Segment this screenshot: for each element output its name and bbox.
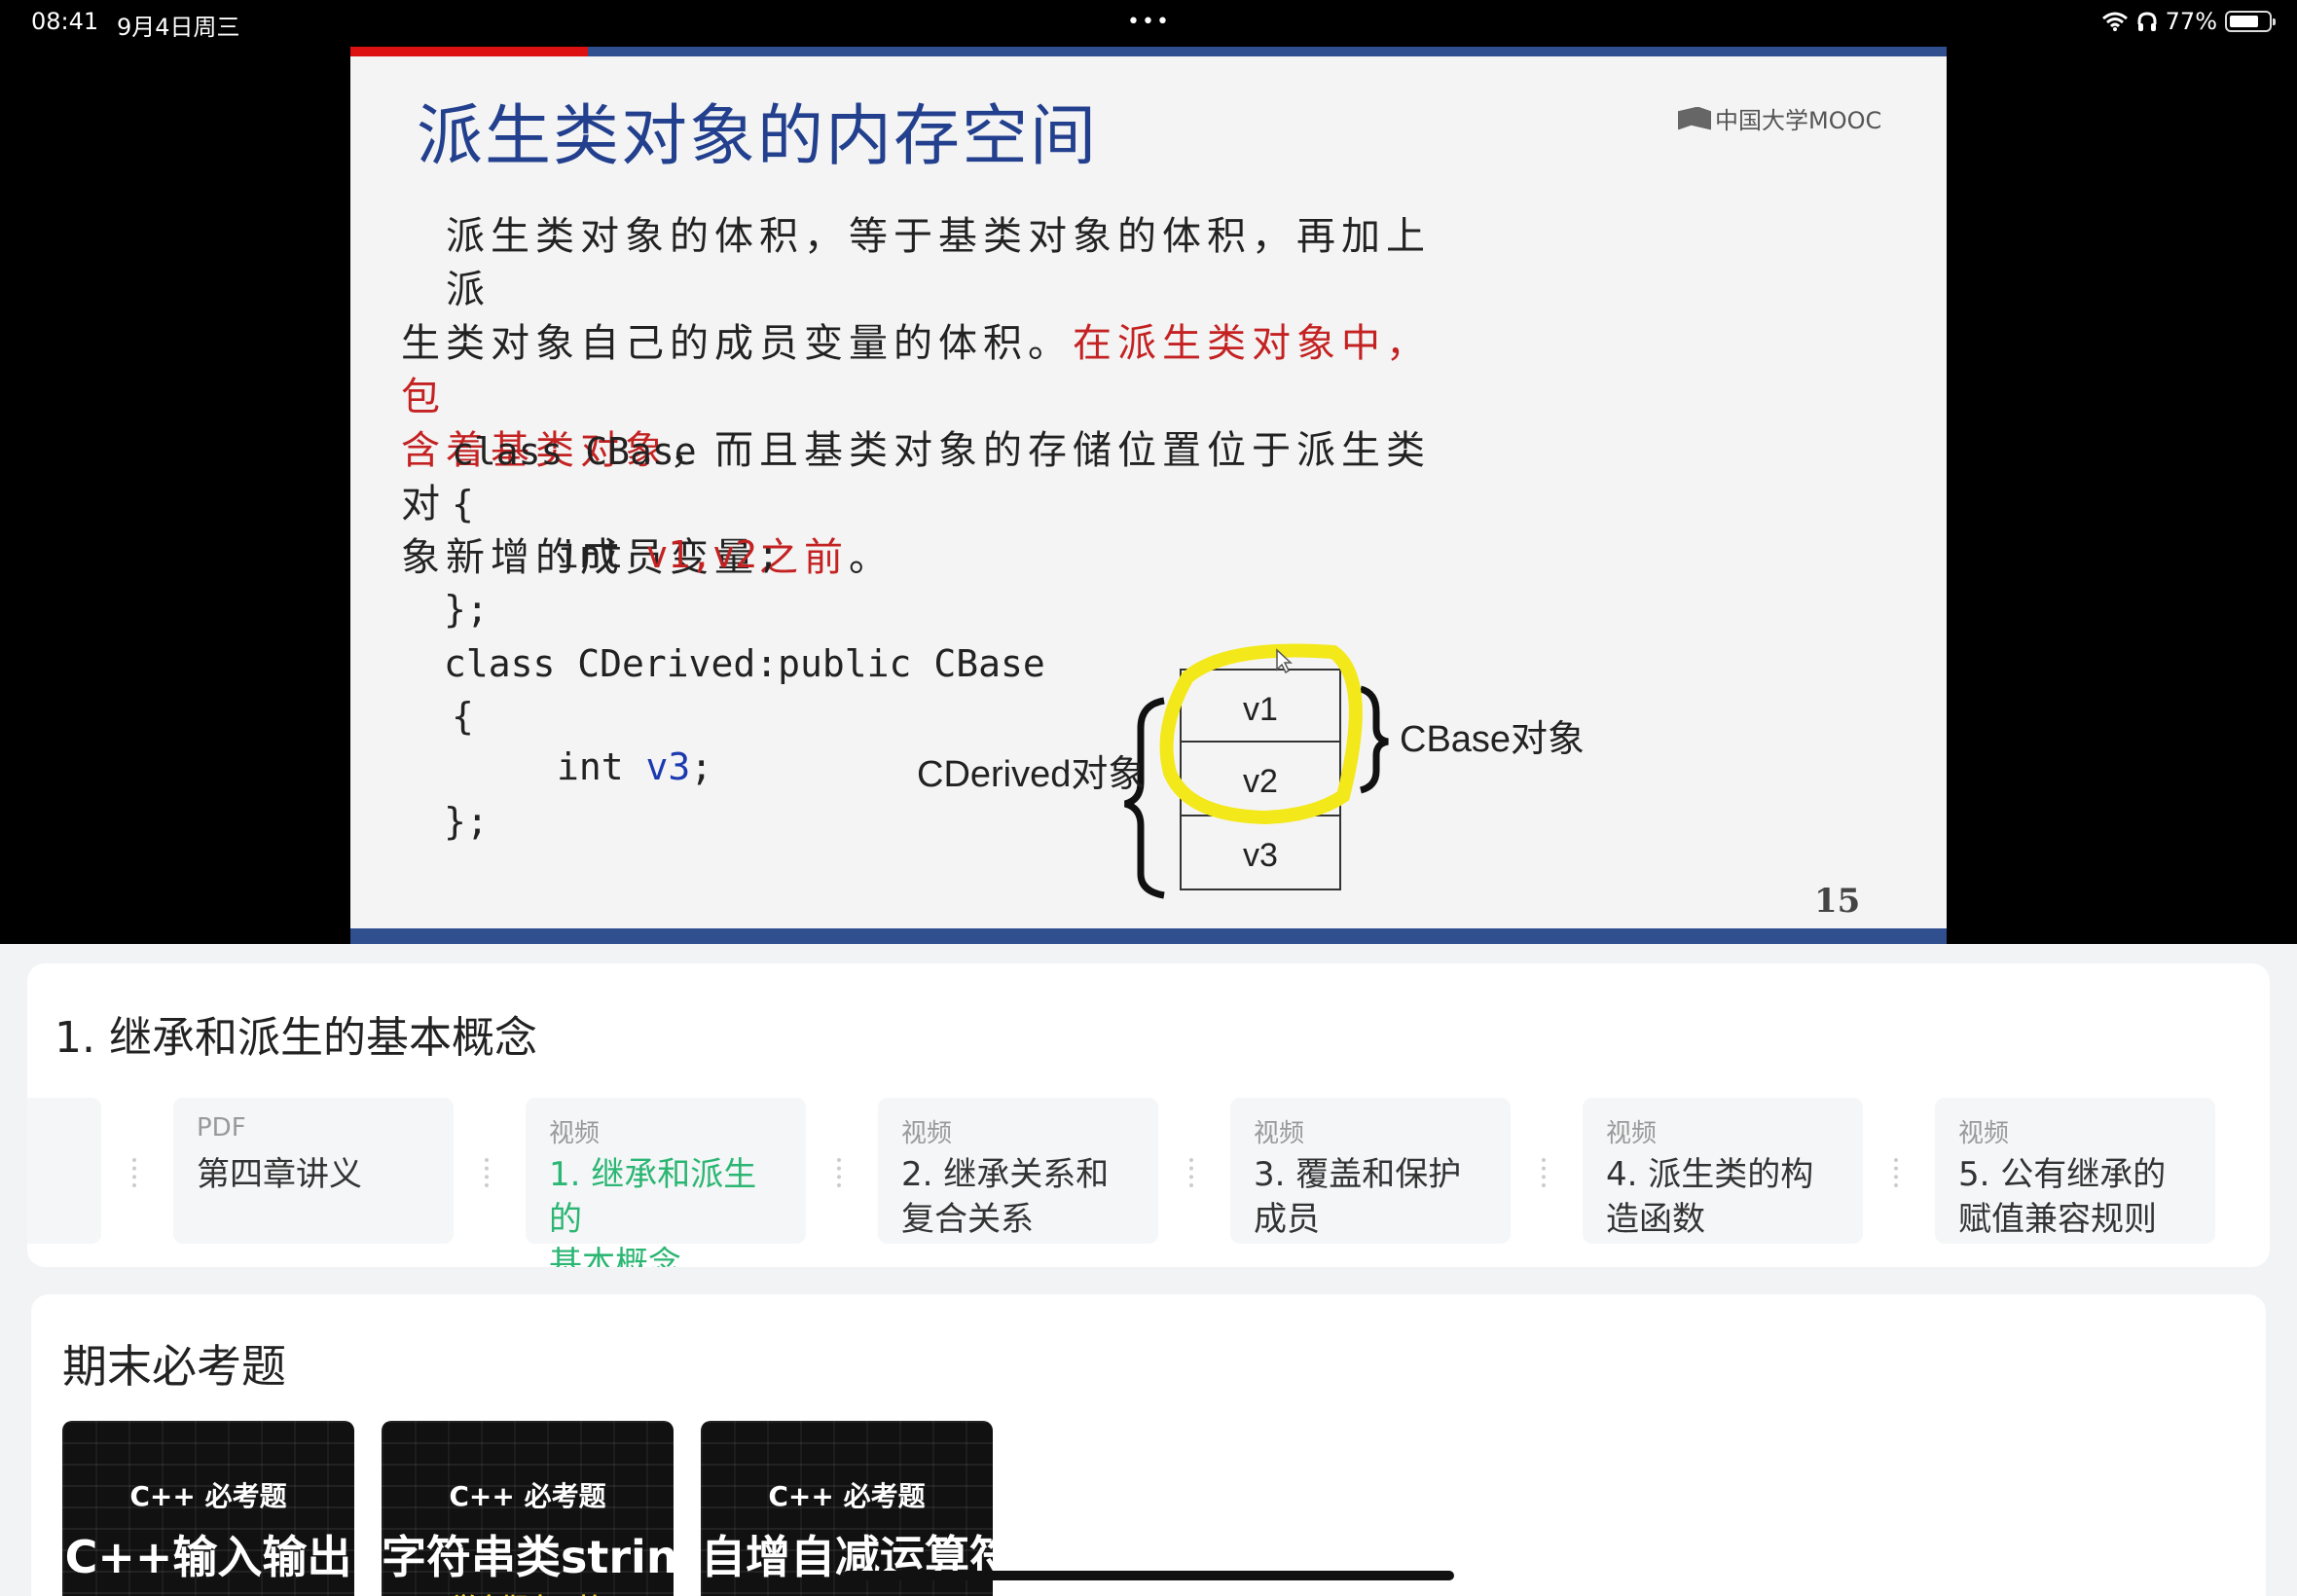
lesson-name: 自减运算 戏 xyxy=(27,1152,78,1242)
memory-cell-label: v2 xyxy=(1243,763,1278,800)
battery-fill xyxy=(2230,16,2259,27)
exam-thumbnail[interactable]: C++ 必考题字符串类string 学完期末不挂 xyxy=(382,1421,674,1596)
lesson-type: 视频 xyxy=(1958,1119,2010,1148)
lesson-item[interactable]: 视频 2. 继承关系和 复合关系 xyxy=(878,1098,1158,1244)
home-indicator[interactable] xyxy=(843,1571,1454,1580)
exam-thumbnail[interactable]: C++ 必考题 C++输入输出 xyxy=(62,1421,354,1596)
exam-thumbnail[interactable]: C++ 必考题 自增自减运算符 xyxy=(701,1421,993,1596)
memory-cell-label: v3 xyxy=(1243,837,1278,874)
lesson-separator xyxy=(837,1158,841,1187)
lesson-item[interactable]: 视频 5. 公有继承的 赋值兼容规则 xyxy=(1935,1098,2215,1244)
lesson-name: 4. 派生类的构 造函数 xyxy=(1606,1155,1814,1239)
lesson-separator xyxy=(132,1158,136,1187)
lesson-separator xyxy=(1189,1158,1193,1187)
lesson-type xyxy=(27,1113,78,1152)
lesson-type: 视频 xyxy=(1254,1119,1305,1148)
lesson-item[interactable]: PDF 第四章讲义 xyxy=(173,1098,454,1244)
slide-bottom-bar xyxy=(350,928,1947,944)
chapter-title: 1. 继承和派生的基本概念 xyxy=(55,1013,537,1063)
status-bar: 08:41 9月4日周三 ••• 77% xyxy=(0,0,2297,47)
status-time: 08:41 xyxy=(31,8,99,35)
lesson-separator xyxy=(1894,1158,1898,1187)
lesson-item[interactable]: 视频 1. 继承和派生的 基本概念 xyxy=(526,1098,806,1267)
right-brace xyxy=(1359,685,1389,794)
exam-thumb-subtitle: C++ 必考题 xyxy=(129,1480,287,1512)
exam-thumb-subtitle: C++ 必考题 xyxy=(449,1480,606,1512)
battery-icon xyxy=(2225,11,2276,32)
exam-thumb-title: 字符串类string xyxy=(382,1531,674,1583)
wifi-icon xyxy=(2101,12,2128,31)
lesson-name: 5. 公有继承的 赋值兼容规则 xyxy=(1958,1155,2167,1239)
lesson-type: 视频 xyxy=(1606,1119,1658,1148)
multitasking-dots[interactable]: ••• xyxy=(1127,10,1171,34)
memory-diagram: v1 v2 v3 xyxy=(1123,643,1389,899)
lesson-type: 视频 xyxy=(901,1119,953,1148)
lesson-name: 2. 继承关系和 复合关系 xyxy=(901,1155,1110,1239)
headphones-icon xyxy=(2137,12,2157,31)
lesson-type: 视频 xyxy=(549,1119,601,1148)
video-player[interactable]: 派生类对象的内存空间 中国大学MOOC 派生类对象的体积，等于基类对象的体积，再… xyxy=(350,47,1947,944)
exam-thumb-tagline: 学完期末不挂 xyxy=(382,1588,674,1596)
left-brace xyxy=(1123,697,1165,899)
lesson-separator xyxy=(1542,1158,1546,1187)
battery-percent: 77% xyxy=(2165,8,2217,35)
lesson-separator xyxy=(485,1158,489,1187)
lesson-name: 1. 继承和派生的 基本概念 xyxy=(549,1155,757,1267)
memory-cell-label: v1 xyxy=(1243,691,1278,728)
cderived-label: CDerived对象 xyxy=(917,754,1146,795)
lesson-name: 3. 覆盖和保护 成员 xyxy=(1254,1155,1462,1239)
exam-thumb-title: C++输入输出 xyxy=(64,1531,352,1583)
lesson-name: 第四章讲义 xyxy=(197,1155,362,1194)
lesson-item[interactable]: 自减运算 戏 xyxy=(27,1098,101,1244)
status-date: 9月4日周三 xyxy=(117,14,240,41)
lesson-item[interactable]: 视频 4. 派生类的构 造函数 xyxy=(1583,1098,1863,1244)
lesson-type: PDF xyxy=(197,1113,246,1143)
cbase-label: CBase对象 xyxy=(1400,719,1586,760)
slide-page-number: 15 xyxy=(1814,882,1861,921)
exam-thumb-subtitle: C++ 必考题 xyxy=(768,1480,926,1512)
chapter-card: 1. 继承和派生的基本概念 自减运算 戏 PDF 第四章讲义 视频 1. 继承和派生的 … xyxy=(27,963,2270,1267)
exam-section-title: 期末必考题 xyxy=(62,1340,286,1393)
lesson-item[interactable]: 视频 3. 覆盖和保护 成员 xyxy=(1230,1098,1511,1244)
exam-card: 期末必考题 C++ 必考题 C++输入输出 C++ 必考题字符串类string 学完期… xyxy=(31,1294,2266,1596)
